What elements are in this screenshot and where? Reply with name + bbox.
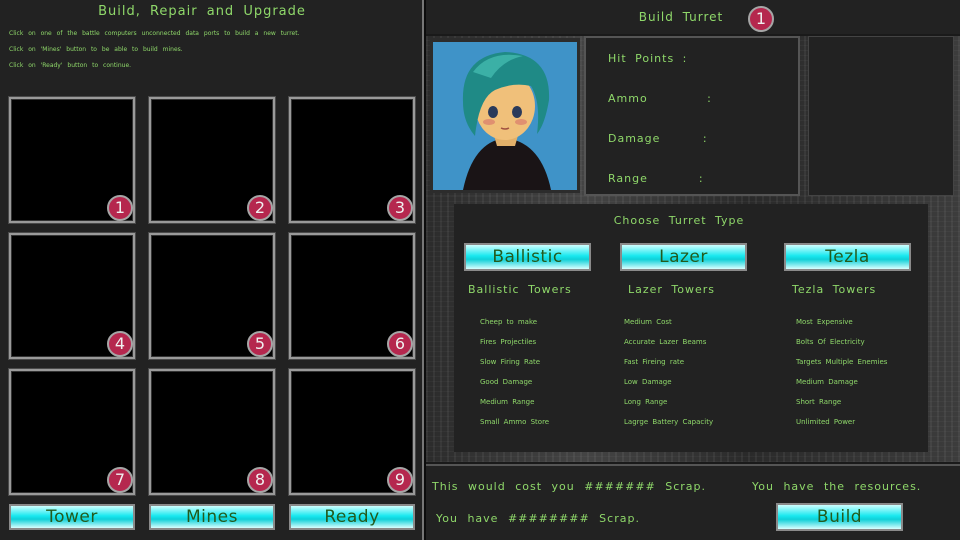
lazer-feature: Medium Cost bbox=[624, 318, 672, 326]
hit-points-label: Hit Points : bbox=[608, 52, 688, 65]
instruction-3: Click on 'Ready' button to continue. bbox=[9, 62, 132, 69]
mines-button[interactable]: Mines bbox=[149, 504, 275, 530]
tezla-feature: Unlimited Power bbox=[796, 418, 856, 426]
slot-number-badge: 1 bbox=[107, 195, 133, 221]
ballistic-feature: Slow Firing Rate bbox=[480, 358, 541, 366]
left-title: Build, Repair and Upgrade bbox=[98, 4, 306, 19]
tezla-button[interactable]: Tezla bbox=[784, 243, 911, 271]
ballistic-button[interactable]: Ballistic bbox=[464, 243, 591, 271]
range-label: Range : bbox=[608, 172, 704, 185]
right-panel: Build Turret 1 Hit Points : Ammo: Damag… bbox=[426, 0, 960, 540]
scrap-balance-text: You have ######## Scrap. bbox=[436, 512, 640, 525]
slot-number-badge: 9 bbox=[387, 467, 413, 493]
build-button[interactable]: Build bbox=[776, 503, 903, 531]
turret-type-panel: Choose Turret Type bbox=[454, 204, 928, 452]
damage-label: Damage : bbox=[608, 132, 708, 145]
slot-number-badge: 6 bbox=[387, 331, 413, 357]
ammo-label: Ammo : bbox=[608, 92, 712, 105]
slot-number-badge: 7 bbox=[107, 467, 133, 493]
data-port-slot-3[interactable]: 3 bbox=[289, 97, 415, 223]
lazer-feature: Lagrge Battery Capacity bbox=[624, 418, 714, 426]
ballistic-feature: Small Ammo Store bbox=[480, 418, 550, 426]
lazer-button[interactable]: Lazer bbox=[620, 243, 747, 271]
tezla-feature: Short Range bbox=[796, 398, 842, 406]
ready-button[interactable]: Ready bbox=[289, 504, 415, 530]
ballistic-feature: Good Damage bbox=[480, 378, 533, 386]
tezla-feature: Targets Multiple Enemies bbox=[796, 358, 888, 366]
lazer-feature: Accurate Lazer Beams bbox=[624, 338, 707, 346]
character-portrait-icon bbox=[433, 42, 577, 190]
lazer-feature: Low Damage bbox=[624, 378, 672, 386]
data-port-slot-1[interactable]: 1 bbox=[9, 97, 135, 223]
data-port-slot-2[interactable]: 2 bbox=[149, 97, 275, 223]
slot-number-badge: 3 bbox=[387, 195, 413, 221]
data-port-slot-4[interactable]: 4 bbox=[9, 233, 135, 359]
slot-number-badge: 2 bbox=[247, 195, 273, 221]
tower-button[interactable]: Tower bbox=[9, 504, 135, 530]
tezla-feature: Most Expensive bbox=[796, 318, 853, 326]
extra-info-panel bbox=[808, 36, 954, 196]
tezla-feature: Bolts Of Electricity bbox=[796, 338, 865, 346]
ballistic-feature: Fires Projectiles bbox=[480, 338, 537, 346]
data-port-slot-6[interactable]: 6 bbox=[289, 233, 415, 359]
lazer-feature: Long Range bbox=[624, 398, 668, 406]
ballistic-feature: Cheep to make bbox=[480, 318, 538, 326]
instruction-2: Click on 'Mines' button to be able to bu… bbox=[9, 46, 183, 53]
choose-turret-title: Choose Turret Type bbox=[613, 214, 745, 227]
portrait-frame bbox=[430, 38, 580, 193]
ballistic-feature: Medium Range bbox=[480, 398, 535, 406]
tezla-heading: Tezla Towers bbox=[792, 283, 877, 296]
lazer-feature: Fast Fireing rate bbox=[624, 358, 685, 366]
resources-status-text: You have the resources. bbox=[752, 480, 922, 493]
slot-number-badge: 8 bbox=[247, 467, 273, 493]
instruction-1: Click on one of the battle computers unc… bbox=[9, 30, 300, 37]
data-port-slot-9[interactable]: 9 bbox=[289, 369, 415, 495]
data-port-slot-5[interactable]: 5 bbox=[149, 233, 275, 359]
selected-slot-badge: 1 bbox=[748, 6, 774, 32]
data-port-slot-8[interactable]: 8 bbox=[149, 369, 275, 495]
lazer-heading: Lazer Towers bbox=[628, 283, 716, 296]
stats-panel: Hit Points : Ammo : Damage : Range : bbox=[584, 36, 800, 196]
build-turret-title: Build Turret bbox=[638, 10, 724, 24]
right-header: Build Turret 1 bbox=[426, 0, 960, 34]
left-panel: Build, Repair and Upgrade Click on one o… bbox=[0, 0, 424, 540]
slot-number-badge: 4 bbox=[107, 331, 133, 357]
cost-text: This would cost you ####### Scrap. bbox=[432, 480, 707, 493]
ballistic-heading: Ballistic Towers bbox=[468, 283, 572, 296]
tezla-feature: Medium Damage bbox=[796, 378, 858, 386]
data-port-slot-7[interactable]: 7 bbox=[9, 369, 135, 495]
slot-number-badge: 5 bbox=[247, 331, 273, 357]
